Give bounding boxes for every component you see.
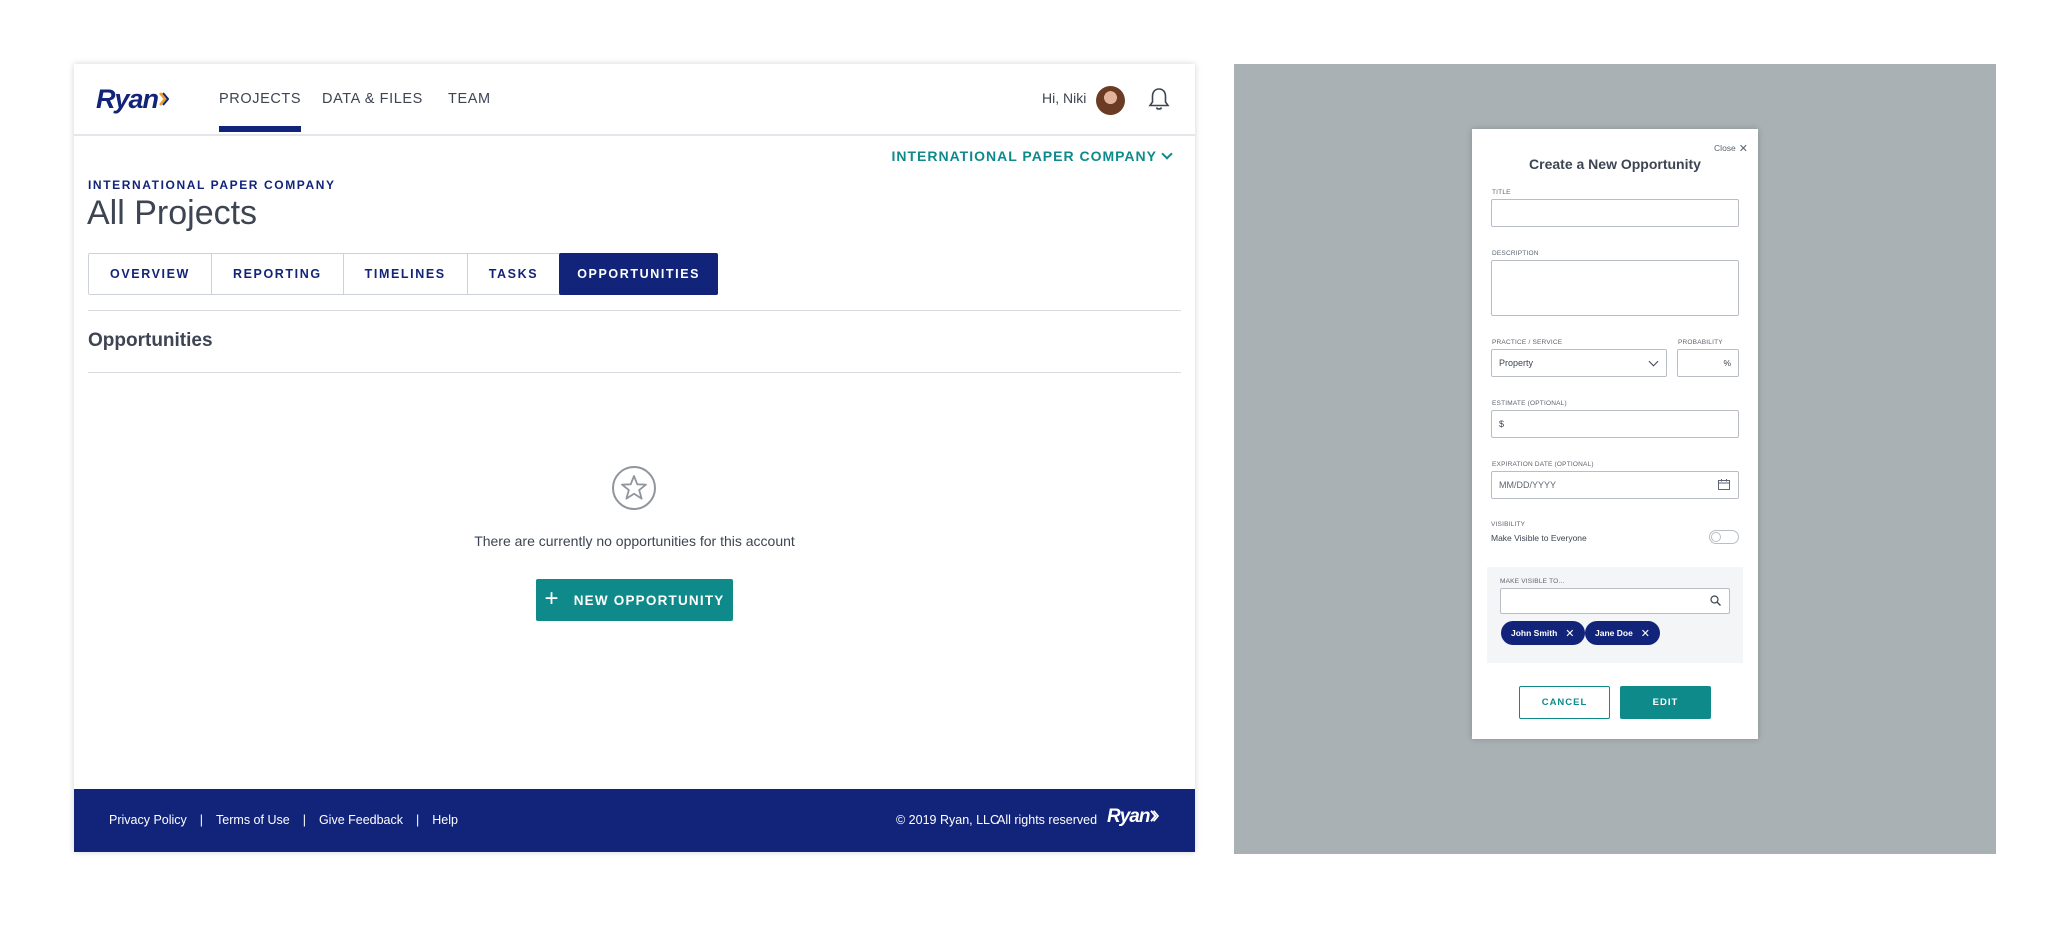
footer: Privacy Policy | Terms of Use | Give Fee… bbox=[74, 789, 1195, 852]
rights-reserved: All rights reserved bbox=[997, 813, 1098, 827]
user-chip: John Smith ✕ bbox=[1501, 621, 1585, 645]
page-title: All Projects bbox=[87, 194, 258, 232]
probability-label: PROBABILITY bbox=[1678, 339, 1723, 346]
footer-links: Privacy Policy | Terms of Use | Give Fee… bbox=[109, 813, 458, 827]
cancel-button[interactable]: CANCEL bbox=[1519, 686, 1610, 719]
user-greeting: Hi, Niki bbox=[1042, 90, 1087, 106]
section-title: Opportunities bbox=[88, 330, 213, 351]
separator: | bbox=[199, 813, 204, 827]
separator: | bbox=[302, 813, 306, 827]
estimate-label: ESTIMATE (OPTIONAL) bbox=[1492, 400, 1567, 407]
footer-logo: Ryan bbox=[1107, 806, 1160, 828]
nav-data-files[interactable]: DATA & FILES bbox=[322, 91, 423, 107]
divider bbox=[88, 310, 1181, 311]
modal-title: Create a New Opportunity bbox=[1529, 156, 1701, 172]
chevron-down-icon bbox=[1648, 356, 1659, 367]
visibility-label: VISIBILITY bbox=[1491, 521, 1526, 528]
practice-select[interactable]: Property bbox=[1491, 349, 1667, 377]
visibility-text: Make Visible to Everyone bbox=[1491, 533, 1587, 543]
modal-overlay: Close ✕ Create a New Opportunity TITLE DE… bbox=[1234, 64, 1996, 854]
logo-mark-icon bbox=[1150, 810, 1160, 822]
divider bbox=[88, 372, 1181, 373]
percent-suffix: % bbox=[1723, 358, 1731, 368]
company-label: INTERNATIONAL PAPER COMPANY bbox=[88, 178, 336, 192]
tab-tasks[interactable]: TASKS bbox=[467, 254, 561, 294]
tab-overview[interactable]: OVERVIEW bbox=[89, 254, 212, 294]
expiration-label: EXPIRATION DATE (OPTIONAL) bbox=[1492, 461, 1594, 468]
footer-link-feedback[interactable]: Give Feedback bbox=[319, 813, 403, 827]
projects-page: Ryan PROJECTS DATA & FILES TEAM Hi, Niki… bbox=[74, 64, 1195, 852]
search-icon bbox=[1710, 595, 1721, 606]
tab-reporting[interactable]: REPORTING bbox=[211, 254, 344, 294]
calendar-icon[interactable] bbox=[1718, 479, 1730, 490]
ryan-logo[interactable]: Ryan bbox=[96, 84, 170, 115]
plus-icon: + bbox=[544, 585, 560, 612]
visibility-toggle[interactable] bbox=[1709, 530, 1739, 544]
title-input[interactable] bbox=[1491, 199, 1739, 227]
close-icon: ✕ bbox=[1738, 143, 1748, 155]
estimate-input[interactable]: $ bbox=[1491, 410, 1739, 438]
footer-link-help[interactable]: Help bbox=[432, 813, 458, 827]
nav-projects[interactable]: PROJECTS bbox=[219, 91, 302, 132]
probability-input[interactable]: % bbox=[1677, 349, 1739, 377]
copyright: © 2019 Ryan, LLC bbox=[896, 813, 1000, 827]
currency-prefix: $ bbox=[1499, 419, 1505, 429]
visible-to-search-input[interactable] bbox=[1500, 588, 1730, 614]
star-icon bbox=[612, 466, 656, 510]
user-avatar[interactable] bbox=[1096, 86, 1125, 115]
description-textarea[interactable] bbox=[1491, 260, 1739, 316]
nav-team[interactable]: TEAM bbox=[448, 91, 491, 107]
user-chip: Jane Doe ✕ bbox=[1585, 621, 1661, 645]
footer-link-terms[interactable]: Terms of Use bbox=[216, 813, 290, 827]
toggle-knob bbox=[1711, 532, 1721, 542]
project-tabs: OVERVIEW REPORTING TIMELINES TASKS OPPOR… bbox=[88, 253, 719, 295]
edit-button[interactable]: EDIT bbox=[1620, 686, 1711, 719]
empty-state-message: There are currently no opportunities for… bbox=[474, 533, 795, 549]
top-navigation: Ryan PROJECTS DATA & FILES TEAM Hi, Niki bbox=[74, 64, 1195, 136]
title-label: TITLE bbox=[1492, 189, 1511, 196]
chevron-down-icon bbox=[1161, 148, 1173, 160]
practice-label: PRACTICE / SERVICE bbox=[1492, 339, 1563, 346]
tab-timelines[interactable]: TIMELINES bbox=[343, 254, 468, 294]
company-selector[interactable]: INTERNATIONAL PAPER COMPANY bbox=[891, 148, 1173, 164]
bell-icon[interactable] bbox=[1148, 86, 1170, 112]
visible-to-label: MAKE VISIBLE TO... bbox=[1500, 578, 1565, 585]
new-opportunity-button[interactable]: + NEW OPPORTUNITY bbox=[536, 579, 733, 621]
create-opportunity-modal: Close ✕ Create a New Opportunity TITLE DE… bbox=[1472, 129, 1758, 739]
close-button[interactable]: Close ✕ bbox=[1714, 141, 1748, 155]
expiration-date-input[interactable]: MM/DD/YYYY bbox=[1491, 471, 1739, 499]
description-label: DESCRIPTION bbox=[1492, 250, 1539, 257]
logo-mark-icon bbox=[159, 92, 170, 106]
tab-opportunities[interactable]: OPPORTUNITIES bbox=[559, 253, 719, 295]
footer-link-privacy[interactable]: Privacy Policy bbox=[109, 813, 187, 827]
remove-chip-icon[interactable]: ✕ bbox=[1641, 627, 1650, 640]
separator: | bbox=[416, 813, 420, 827]
remove-chip-icon[interactable]: ✕ bbox=[1565, 627, 1574, 640]
